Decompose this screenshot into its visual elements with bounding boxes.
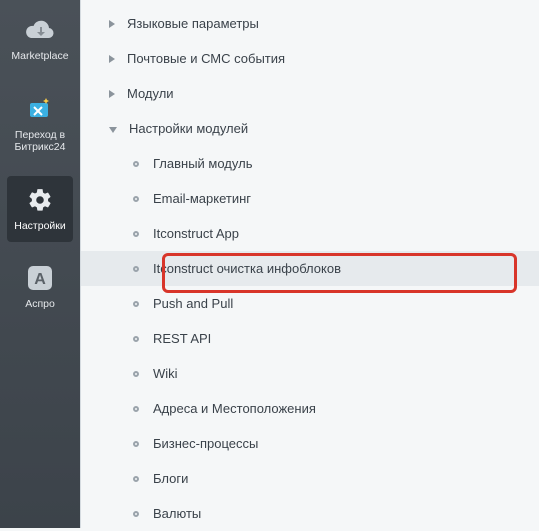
tree-node-label: Языковые параметры <box>127 16 259 31</box>
bullet-icon <box>133 301 139 307</box>
tree-node-label: Модули <box>127 86 174 101</box>
tree-subnode[interactable]: Itconstruct App <box>81 216 539 251</box>
chevron-down-icon <box>109 127 117 133</box>
cloud-download-icon <box>24 14 56 46</box>
rail-item-bitrix24[interactable]: Переход в Битрикс24 <box>7 85 73 164</box>
rail-item-aspro[interactable]: A Аспро <box>7 254 73 321</box>
rail-item-settings[interactable]: Настройки <box>7 176 73 243</box>
bullet-icon <box>133 441 139 447</box>
bullet-icon <box>133 161 139 167</box>
tree-node-label: Почтовые и СМС события <box>127 51 285 66</box>
tree-subnode[interactable]: Бизнес-процессы <box>81 426 539 461</box>
bullet-icon <box>133 511 139 517</box>
tree-subnode[interactable]: Wiki <box>81 356 539 391</box>
bullet-icon <box>133 406 139 412</box>
tree-subnode[interactable]: Блоги <box>81 461 539 496</box>
gear-icon <box>24 184 56 216</box>
bullet-icon <box>133 371 139 377</box>
tree-subnode-label: Адреса и Местоположения <box>153 401 316 416</box>
bullet-icon <box>133 336 139 342</box>
bullet-icon <box>133 476 139 482</box>
tree-subnode-label: Бизнес-процессы <box>153 436 258 451</box>
tree-subnode-label: Itconstruct App <box>153 226 239 241</box>
tree-subnode[interactable]: Itconstruct очистка инфоблоков <box>81 251 539 286</box>
chevron-right-icon <box>109 55 115 63</box>
rail-label: Аспро <box>25 298 55 311</box>
tree-subnode[interactable]: REST API <box>81 321 539 356</box>
rail-label: Настройки <box>14 220 66 233</box>
tree-subnode-label: Push and Pull <box>153 296 233 311</box>
tree-node[interactable]: Языковые параметры <box>81 6 539 41</box>
content-panel: Языковые параметры Почтовые и СМС события… <box>80 0 539 528</box>
tree-subnode[interactable]: Адреса и Местоположения <box>81 391 539 426</box>
tree-subnode[interactable]: Валюты <box>81 496 539 531</box>
svg-text:A: A <box>34 271 46 288</box>
chevron-right-icon <box>109 20 115 28</box>
tree-node[interactable]: Модули <box>81 76 539 111</box>
rail-label: Переход в Битрикс24 <box>9 129 71 154</box>
bullet-icon <box>133 196 139 202</box>
tree-node[interactable]: Настройки модулей <box>81 111 539 146</box>
tree-subnode[interactable]: Email-маркетинг <box>81 181 539 216</box>
tree-subnode-label: Валюты <box>153 506 201 521</box>
tree-node[interactable]: Почтовые и СМС события <box>81 41 539 76</box>
wand-icon <box>24 93 56 125</box>
tree-subnode[interactable]: Push and Pull <box>81 286 539 321</box>
rail-item-marketplace[interactable]: Marketplace <box>7 6 73 73</box>
tree-subnode-label: Главный модуль <box>153 156 252 171</box>
tree-node-label: Настройки модулей <box>129 121 248 136</box>
bullet-icon <box>133 231 139 237</box>
aspro-icon: A <box>24 262 56 294</box>
bullet-icon <box>133 266 139 272</box>
tree-subnode-label: Блоги <box>153 471 188 486</box>
tree-subnode[interactable]: Главный модуль <box>81 146 539 181</box>
tree-subnode-label: Email-маркетинг <box>153 191 251 206</box>
tree-subnode-label: Wiki <box>153 366 178 381</box>
tree-subnode-label: Itconstruct очистка инфоблоков <box>153 261 341 276</box>
tree-subnode-label: REST API <box>153 331 211 346</box>
settings-tree: Языковые параметры Почтовые и СМС события… <box>81 0 539 531</box>
rail-label: Marketplace <box>11 50 68 63</box>
chevron-right-icon <box>109 90 115 98</box>
left-rail: Marketplace Переход в Битрикс24 Настройк… <box>0 0 80 528</box>
